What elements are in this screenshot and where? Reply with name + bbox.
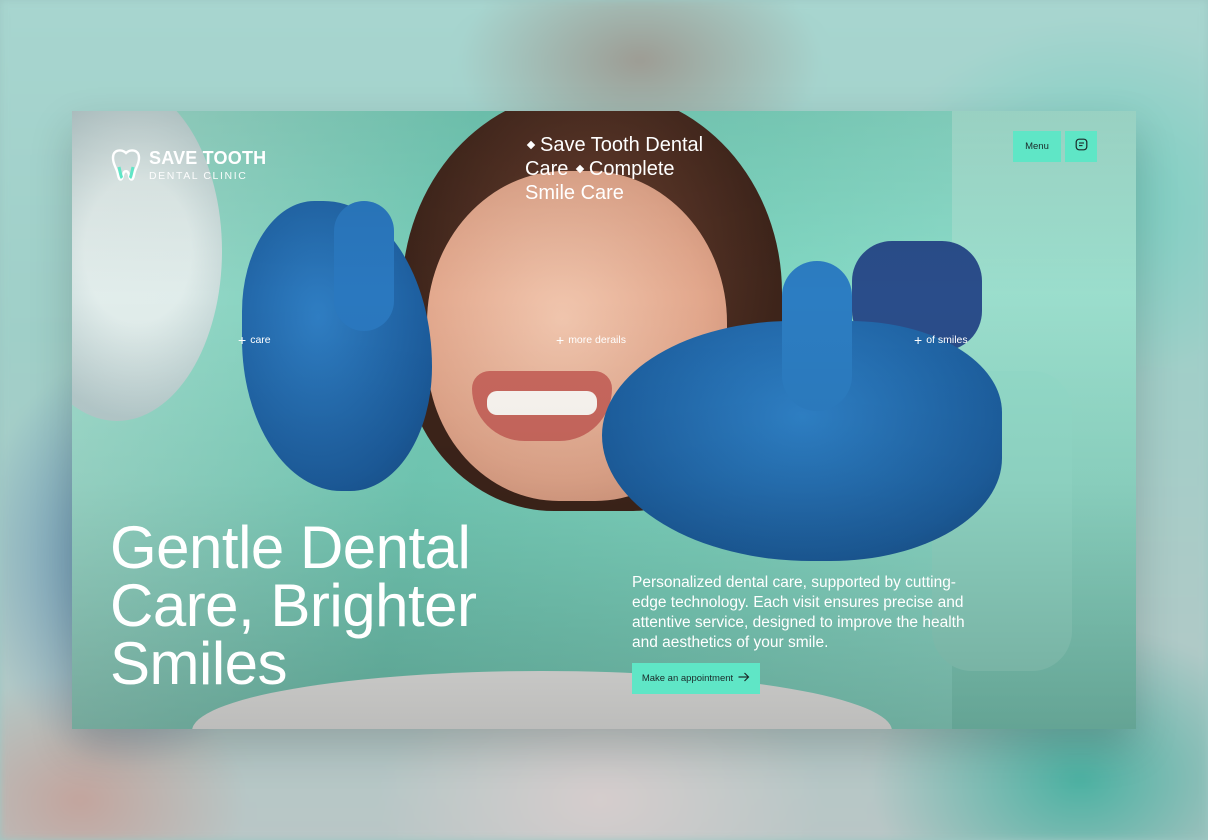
- plus-icon: +: [914, 332, 923, 348]
- brand-name: SAVE TOOTH: [149, 147, 267, 168]
- diamond-bullet-icon: [526, 140, 536, 150]
- diamond-bullet-icon: [575, 164, 585, 174]
- arrow-right-icon: [738, 672, 750, 685]
- hotspot-care[interactable]: + care: [238, 333, 271, 347]
- chat-button[interactable]: [1065, 131, 1097, 162]
- tooth-logo-icon: [110, 147, 142, 183]
- chat-icon: [1075, 138, 1088, 156]
- make-appointment-button[interactable]: Make an appointment: [632, 663, 760, 694]
- hero-headline: Gentle Dental Care, Brighter Smiles: [110, 514, 477, 697]
- hotspot-more-details[interactable]: + more derails: [556, 333, 626, 347]
- tagline: Save Tooth Dental Care Complete Smile Ca…: [525, 133, 725, 205]
- brand-subtitle: DENTAL CLINIC: [149, 169, 248, 182]
- brand-logo[interactable]: SAVE TOOTH DENTAL CLINIC: [110, 147, 266, 183]
- hotspot-label: more derails: [568, 334, 626, 346]
- cta-label: Make an appointment: [641, 673, 734, 684]
- plus-icon: +: [238, 332, 247, 348]
- hotspot-of-smiles[interactable]: + of smiles: [914, 333, 968, 347]
- plus-icon: +: [556, 332, 565, 348]
- hotspot-label: care: [250, 334, 271, 346]
- hero-section: SAVE TOOTH DENTAL CLINIC Save Tooth Dent…: [72, 111, 1136, 729]
- hero-description: Personalized dental care, supported by c…: [632, 574, 965, 651]
- menu-button[interactable]: Menu: [1013, 131, 1061, 162]
- hotspot-label: of smiles: [926, 334, 968, 346]
